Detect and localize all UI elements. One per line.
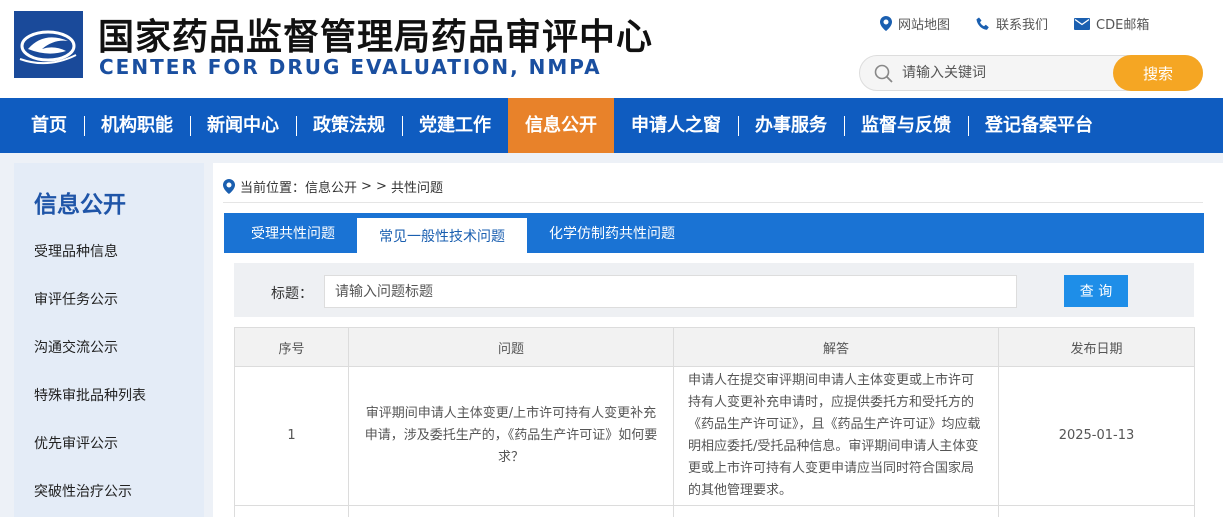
cell-no (234, 505, 349, 517)
nav-item-news[interactable]: 新闻中心 (190, 98, 296, 153)
site-search: 搜索 (859, 55, 1203, 91)
sidebar-item-priority-review[interactable]: 优先审评公示 (34, 433, 118, 453)
table-row: 1 审评期间申请人主体变更/上市许可持有人变更补充申请，涉及委托生产的，《药品生… (234, 366, 1195, 506)
nav-item-info-disclosure[interactable]: 信息公开 (508, 98, 614, 153)
column-header-question: 问题 (348, 327, 674, 367)
nav-item-functions[interactable]: 机构职能 (84, 98, 190, 153)
tab-generic-chemical-issues[interactable]: 化学仿制药共性问题 (527, 213, 697, 253)
table-header-row: 序号 问题 解答 发布日期 (234, 327, 1195, 367)
issues-table: 序号 问题 解答 发布日期 1 审评期间申请人主体变更/上市许可持有人变更补充申… (234, 327, 1195, 517)
column-header-no: 序号 (234, 327, 349, 367)
sidebar: 信息公开 受理品种信息 审评任务公示 沟通交流公示 特殊审批品种列表 优先审评公… (14, 163, 204, 517)
cell-date (998, 505, 1195, 517)
column-header-answer: 解答 (673, 327, 999, 367)
sidebar-item-breakthrough[interactable]: 突破性治疗公示 (34, 481, 132, 501)
location-pin-icon (880, 16, 892, 31)
table-row (234, 505, 1195, 517)
search-icon (874, 64, 893, 83)
nav-item-services[interactable]: 办事服务 (738, 98, 844, 153)
cell-answer: 申请人在提交审评期间申请人主体变更或上市许可持有人变更补充申请时，应提供委托方和… (673, 366, 999, 506)
cde-mail-link[interactable]: CDE邮箱 (1074, 14, 1149, 33)
site-title-en: CENTER FOR DRUG EVALUATION, NMPA (99, 55, 602, 79)
cell-date: 2025-01-13 (998, 366, 1195, 506)
cde-mail-label: CDE邮箱 (1096, 18, 1150, 33)
site-header: 国家药品监督管理局药品审评中心 CENTER FOR DRUG EVALUATI… (0, 0, 1223, 98)
breadcrumb-current: 共性问题 (390, 181, 443, 196)
sitemap-label: 网站地图 (898, 18, 951, 33)
sidebar-item-communication[interactable]: 沟通交流公示 (34, 337, 118, 357)
tab-general-technical-issues[interactable]: 常见一般性技术问题 (357, 218, 527, 253)
question-title-input[interactable] (324, 275, 1017, 308)
cell-no: 1 (234, 366, 349, 506)
contact-label: 联系我们 (996, 18, 1049, 33)
sidebar-item-accepted-varieties[interactable]: 受理品种信息 (34, 241, 118, 261)
nav-item-policies[interactable]: 政策法规 (296, 98, 402, 153)
search-button[interactable]: 搜索 (1113, 55, 1203, 91)
breadcrumb-prefix[interactable]: 当前位置：信息公开 (240, 177, 357, 196)
sidebar-item-review-tasks[interactable]: 审评任务公示 (34, 289, 118, 309)
tab-accepted-common-issues[interactable]: 受理共性问题 (229, 213, 357, 253)
contact-link[interactable]: 联系我们 (976, 14, 1048, 33)
tab-bar: 受理共性问题 常见一般性技术问题 化学仿制药共性问题 (224, 213, 1204, 253)
query-button[interactable]: 查 询 (1064, 275, 1128, 307)
phone-icon (976, 17, 989, 30)
breadcrumb: 当前位置：信息公开 > > 共性问题 (223, 177, 443, 196)
top-links: 网站地图 联系我们 CDE邮箱 (880, 14, 1175, 33)
nav-item-applicant[interactable]: 申请人之窗 (614, 98, 738, 153)
sitemap-link[interactable]: 网站地图 (880, 14, 950, 33)
column-header-date: 发布日期 (998, 327, 1195, 367)
cell-question (348, 505, 674, 517)
mail-icon (1074, 17, 1091, 30)
site-title-cn: 国家药品监督管理局药品审评中心 (98, 17, 654, 58)
nav-item-supervision[interactable]: 监督与反馈 (844, 98, 968, 153)
cell-question[interactable]: 审评期间申请人主体变更/上市许可持有人变更补充申请，涉及委托生产的，《药品生产许… (348, 366, 674, 506)
main-content: 当前位置：信息公开 > > 共性问题 受理共性问题 常见一般性技术问题 化学仿制… (213, 163, 1223, 517)
sidebar-title: 信息公开 (34, 192, 126, 218)
cde-logo[interactable] (14, 11, 83, 78)
breadcrumb-divider (223, 202, 1203, 203)
cell-answer (673, 505, 999, 517)
breadcrumb-separator: > > (361, 179, 387, 194)
nav-item-home[interactable]: 首页 (14, 98, 84, 153)
nav-item-registration[interactable]: 登记备案平台 (968, 98, 1110, 153)
nav-item-party[interactable]: 党建工作 (402, 98, 508, 153)
search-input[interactable] (902, 56, 1102, 90)
main-nav: 首页 机构职能 新闻中心 政策法规 党建工作 信息公开 申请人之窗 办事服务 监… (0, 98, 1223, 153)
location-pin-icon (223, 179, 235, 194)
filter-bar: 标题： 查 询 (234, 263, 1194, 317)
filter-title-label: 标题： (271, 286, 313, 302)
sidebar-item-special-approval[interactable]: 特殊审批品种列表 (34, 385, 146, 405)
